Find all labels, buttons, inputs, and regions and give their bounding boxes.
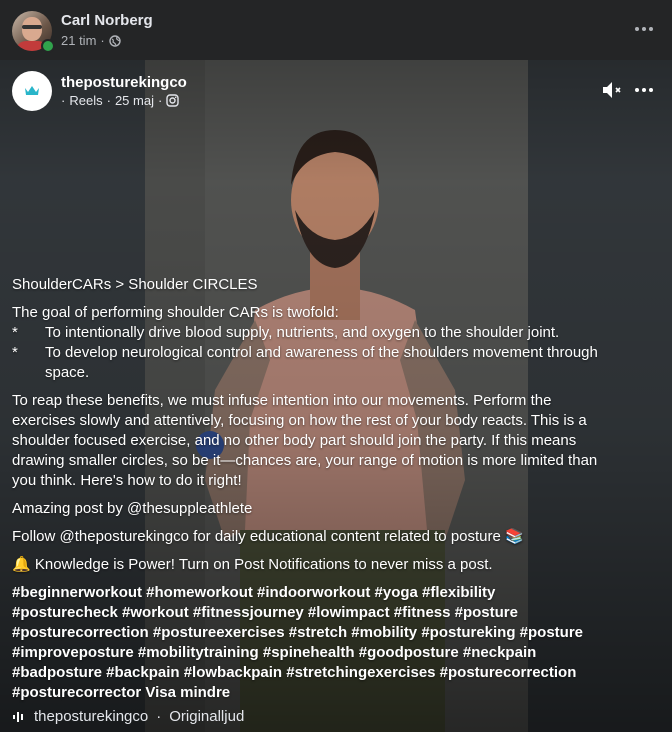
reel-player[interactable]: theposturekingco · Reels · 25 maj · Shou…: [0, 60, 672, 732]
dot: [642, 88, 646, 92]
meta-separator: ·: [100, 33, 105, 48]
bullet-mark: *: [12, 324, 18, 341]
caption-follow: Follow @theposturekingco for daily educa…: [12, 528, 524, 545]
bullet-mark: *: [12, 344, 18, 361]
reels-label[interactable]: Reels: [69, 93, 102, 108]
caption-goal-intro: The goal of performing shoulder CARs is …: [12, 304, 339, 321]
bullet-text: To intentionally drive blood supply, nut…: [45, 324, 560, 341]
bullet-text: To develop neurological control and awar…: [45, 344, 598, 381]
audio-source[interactable]: theposturekingco: [34, 708, 148, 725]
caption-notify: 🔔 Knowledge is Power! Turn on Post Notif…: [12, 556, 493, 573]
audio-separator: ·: [156, 708, 162, 725]
post-options-button[interactable]: [630, 19, 658, 39]
sharer-name[interactable]: Carl Norberg: [61, 12, 153, 29]
caption-paragraph: To reap these benefits, we must infuse i…: [12, 392, 598, 489]
globe-icon: [109, 34, 121, 47]
caption-bullet: * To intentionally drive blood supply, n…: [12, 323, 602, 343]
audio-label[interactable]: Originalljud: [169, 708, 244, 725]
audio-attribution[interactable]: theposturekingco · Originalljud: [12, 708, 244, 725]
caption-credit: Amazing post by @thesuppleathlete: [12, 500, 253, 517]
caption-hashtags: #beginnerworkout #homeworkout #indoorwor…: [12, 583, 602, 703]
sharer-meta: 21 tim ·: [61, 33, 121, 48]
reel-options-button[interactable]: [630, 80, 658, 100]
meta-separator: ·: [157, 93, 163, 108]
caption-bullet: * To develop neurological control and aw…: [12, 343, 602, 383]
meta-separator: ·: [106, 93, 111, 108]
see-less-link[interactable]: Visa mindre: [145, 684, 230, 701]
reel-caption: ShoulderCARs > Shoulder CIRCLES The goal…: [12, 275, 602, 703]
author-avatar[interactable]: [12, 71, 52, 111]
volume-muted-icon[interactable]: [601, 79, 625, 101]
post-date[interactable]: 25 maj: [115, 93, 154, 108]
avatar-glasses: [22, 25, 42, 29]
shared-post-header: Carl Norberg 21 tim ·: [0, 0, 672, 60]
author-meta: · Reels · 25 maj ·: [61, 93, 180, 108]
dot: [635, 88, 639, 92]
instagram-icon: [166, 94, 180, 107]
dot: [635, 27, 639, 31]
online-status-dot: [41, 39, 55, 53]
hashtags-text[interactable]: #beginnerworkout #homeworkout #indoorwor…: [12, 584, 583, 701]
dot: [649, 27, 653, 31]
crown-icon: [25, 86, 39, 95]
caption-headline: ShoulderCARs > Shoulder CIRCLES: [12, 276, 258, 293]
avatar-face: [22, 17, 42, 41]
dot: [642, 27, 646, 31]
post-time[interactable]: 21 tim: [61, 33, 96, 48]
author-name[interactable]: theposturekingco: [61, 74, 187, 91]
meta-separator: ·: [61, 93, 66, 108]
dot: [649, 88, 653, 92]
audio-wave-icon: [13, 711, 23, 722]
